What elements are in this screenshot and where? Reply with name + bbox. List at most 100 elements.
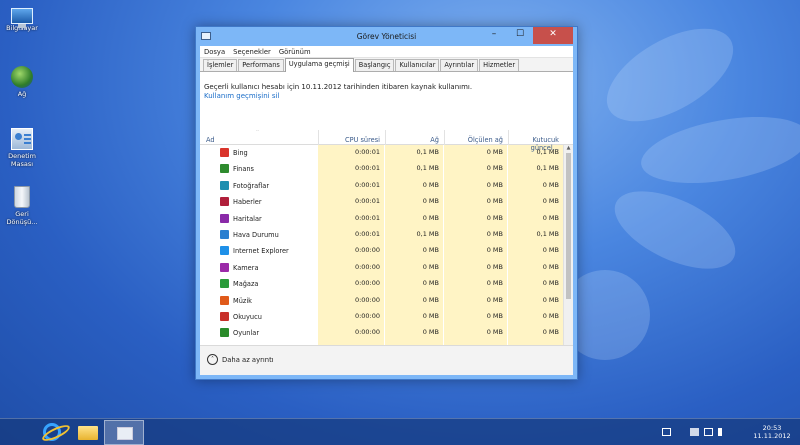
column-header-cpu[interactable]: CPU süresi — [318, 130, 384, 145]
network-cell: 0 MB — [422, 328, 439, 337]
maps-icon — [220, 213, 229, 223]
keyboard-icon[interactable] — [662, 428, 671, 436]
photos-icon — [220, 180, 229, 190]
table-row[interactable]: Fotoğraflar 0:00:01 0 MB 0 MB 0 MB — [200, 178, 561, 194]
task-manager-icon — [117, 427, 133, 440]
volume-icon[interactable] — [718, 428, 727, 436]
scrollbar-thumb[interactable] — [566, 153, 571, 299]
table-row[interactable]: Internet Explorer 0:00:00 0 MB 0 MB 0 MB — [200, 243, 561, 259]
column-header-network[interactable]: Ağ — [385, 130, 443, 145]
table-row[interactable]: Finans 0:00:01 0,1 MB 0 MB 0,1 MB — [200, 161, 561, 177]
network-cell: 0 MB — [422, 279, 439, 288]
close-button[interactable]: ✕ — [533, 27, 573, 44]
folder-icon — [78, 426, 98, 440]
table-row[interactable]: Haberler 0:00:01 0 MB 0 MB 0 MB — [200, 194, 561, 210]
metered-network-cell: 0 MB — [486, 295, 503, 304]
action-center-flag-icon[interactable] — [690, 428, 699, 436]
tab-details[interactable]: Ayrıntılar — [440, 59, 479, 71]
weather-icon — [220, 229, 229, 239]
table-row[interactable]: Mağaza 0:00:00 0 MB 0 MB 0 MB — [200, 276, 561, 292]
metered-network-cell: 0 MB — [486, 213, 503, 222]
fewer-details-chevron-icon[interactable]: ˄ — [207, 354, 218, 365]
network-cell: 0 MB — [422, 295, 439, 304]
cpu-time-cell: 0:00:00 — [354, 262, 380, 271]
internet-explorer-icon — [43, 423, 61, 441]
history-notice: Geçerli kullanıcı hesabı için 10.11.2012… — [200, 72, 573, 110]
details-footer: ˄ Daha az ayrıntı — [200, 345, 573, 375]
finance-icon — [220, 164, 229, 174]
maximize-button[interactable]: ☐ — [507, 27, 533, 44]
metered-network-cell: 0 MB — [486, 164, 503, 173]
fewer-details-link[interactable]: Daha az ayrıntı — [222, 356, 274, 364]
table-row[interactable]: Haritalar 0:00:01 0 MB 0 MB 0 MB — [200, 211, 561, 227]
title-bar[interactable]: Görev Yöneticisi – ☐ ✕ — [196, 27, 577, 46]
menu-bar: Dosya Seçenekler Görünüm — [200, 46, 573, 58]
table-row[interactable]: Kamera 0:00:00 0 MB 0 MB 0 MB — [200, 260, 561, 276]
desktop-icon-computer[interactable]: Bilgisayar — [2, 6, 42, 32]
network-icon — [11, 66, 33, 88]
menu-options[interactable]: Seçenekler — [233, 48, 271, 56]
network-cell: 0 MB — [422, 180, 439, 189]
tile-updates-cell: 0,1 MB — [536, 164, 559, 173]
cpu-time-cell: 0:00:01 — [354, 148, 380, 156]
cpu-time-cell: 0:00:00 — [354, 279, 380, 288]
app-history-table: ˄ Ad CPU süresi Ağ Ölçülen ağ Kutucuk gü… — [200, 130, 573, 365]
network-cell: 0,1 MB — [416, 148, 439, 156]
minimize-button[interactable]: – — [481, 27, 507, 44]
taskbar-file-explorer[interactable] — [68, 420, 108, 445]
network-cell: 0 MB — [422, 311, 439, 320]
network-cell: 0 MB — [422, 197, 439, 206]
menu-view[interactable]: Görünüm — [279, 48, 311, 56]
notice-text: Geçerli kullanıcı hesabı için 10.11.2012… — [204, 83, 473, 91]
desktop-icon-recycle-bin[interactable]: Geri Dönüşü... — [2, 186, 42, 226]
tile-updates-cell: 0 MB — [542, 328, 559, 337]
desktop-icon-label: Denetim Masası — [8, 152, 36, 168]
camera-icon — [220, 262, 229, 272]
desktop-icon-network[interactable]: Ağ — [2, 66, 42, 98]
network-cell: 0,1 MB — [416, 164, 439, 173]
tile-updates-cell: 0,1 MB — [536, 229, 559, 238]
cpu-time-cell: 0:00:00 — [354, 328, 380, 337]
table-header: ˄ Ad CPU süresi Ağ Ölçülen ağ Kutucuk gü… — [200, 130, 573, 152]
network-status-icon[interactable] — [704, 428, 713, 436]
app-name: Hava Durumu — [233, 230, 279, 239]
table-row[interactable]: Bing 0:00:01 0,1 MB 0 MB 0,1 MB — [200, 145, 561, 161]
tab-processes[interactable]: İşlemler — [203, 59, 238, 71]
taskbar-task-manager[interactable] — [104, 420, 144, 445]
metered-network-cell: 0 MB — [486, 279, 503, 288]
metered-network-cell: 0 MB — [486, 148, 503, 156]
tab-performance[interactable]: Performans — [238, 59, 284, 71]
scroll-up-icon[interactable]: ▲ — [564, 145, 573, 153]
delete-history-link[interactable]: Kullanım geçmişini sil — [204, 92, 565, 100]
taskbar-internet-explorer[interactable] — [32, 420, 72, 445]
column-header-tile[interactable]: Kutucuk güncel... — [508, 130, 563, 152]
tab-app-history[interactable]: Uygulama geçmişi — [284, 58, 354, 72]
desktop-icon-label: Ağ — [17, 90, 27, 98]
bing-icon — [220, 148, 229, 157]
desktop-icon-control-panel[interactable]: Denetim Masası — [2, 128, 42, 168]
wallpaper-shape — [603, 175, 747, 285]
app-name: Oyunlar — [233, 329, 260, 338]
tab-users[interactable]: Kullanıcılar — [395, 59, 440, 71]
wallpaper-shape — [636, 105, 800, 195]
store-icon — [220, 279, 229, 289]
tile-updates-cell: 0 MB — [542, 279, 559, 288]
reader-icon — [220, 311, 229, 321]
table-row[interactable]: Müzik 0:00:00 0 MB 0 MB 0 MB — [200, 293, 561, 309]
clock[interactable]: 20:53 11.11.2012 — [750, 424, 794, 440]
vertical-scrollbar[interactable]: ▲ ▼ — [563, 145, 573, 365]
tile-updates-cell: 0 MB — [542, 197, 559, 206]
tab-services[interactable]: Hizmetler — [479, 59, 520, 71]
column-header-metered[interactable]: Ölçülen ağ — [444, 130, 507, 145]
table-row[interactable]: Oyunlar 0:00:00 0 MB 0 MB 0 MB — [200, 325, 561, 341]
table-row[interactable]: Hava Durumu 0:00:01 0,1 MB 0 MB 0,1 MB — [200, 227, 561, 243]
table-row[interactable]: Okuyucu 0:00:00 0 MB 0 MB 0 MB — [200, 309, 561, 325]
menu-file[interactable]: Dosya — [204, 48, 225, 56]
games-icon — [220, 328, 229, 338]
column-header-name[interactable]: Ad — [206, 130, 316, 145]
network-cell: 0,1 MB — [416, 229, 439, 238]
tab-startup[interactable]: Başlangıç — [354, 59, 395, 71]
app-name: Müzik — [233, 296, 252, 305]
app-name: Okuyucu — [233, 312, 262, 321]
table-body: Bing 0:00:01 0,1 MB 0 MB 0,1 MB Finans 0:00:01… — [200, 145, 561, 365]
